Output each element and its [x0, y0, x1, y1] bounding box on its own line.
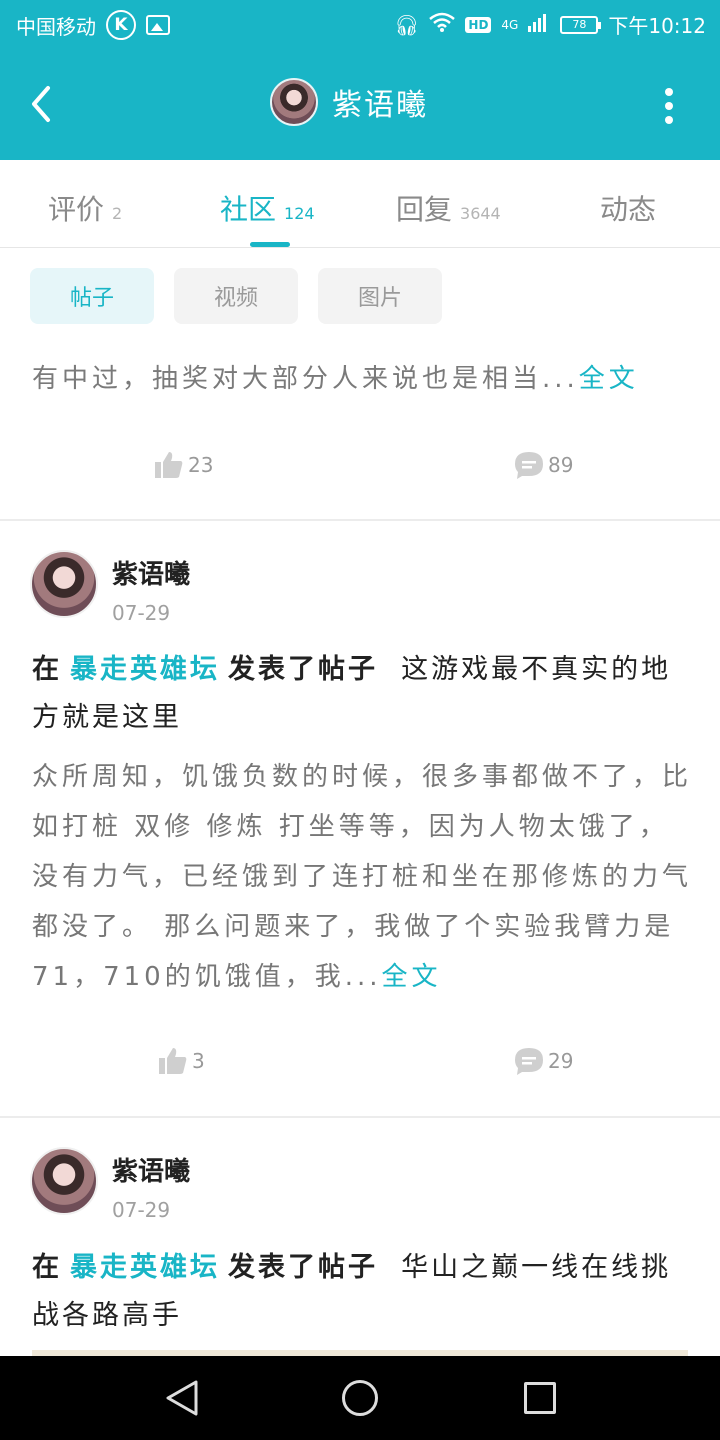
- post-stats: 3 29: [0, 1046, 720, 1086]
- carrier-label: 中国移动: [16, 14, 96, 39]
- post-title[interactable]: 在暴走英雄坛 发表了帖子 这游戏最不真实的地方就是这里: [32, 646, 692, 742]
- avatar[interactable]: [270, 78, 318, 126]
- comment-button[interactable]: 29: [514, 1046, 573, 1076]
- avatar[interactable]: [30, 550, 98, 618]
- tab-count: 3644: [460, 204, 501, 223]
- k-app-icon: K: [106, 10, 136, 40]
- post-header: 紫语曦 07-29: [30, 1147, 190, 1222]
- post-title[interactable]: 在暴走英雄坛 发表了帖子 华山之巅一线在线挑战各路高手: [32, 1244, 692, 1340]
- thumbs-up-icon: [154, 450, 184, 480]
- clock: 下午10:12: [608, 14, 706, 38]
- tab-label: 回复: [396, 193, 453, 226]
- post-date: 07-29: [112, 601, 171, 625]
- like-count: 23: [188, 453, 214, 477]
- tab-reviews[interactable]: 评价 2: [48, 188, 122, 228]
- avatar[interactable]: [30, 1147, 98, 1215]
- read-more-link[interactable]: 全文: [382, 962, 442, 992]
- post-prefix: 在: [32, 654, 62, 685]
- like-button[interactable]: 23: [154, 450, 213, 480]
- tab-count: 2: [112, 204, 123, 223]
- headset-icon: 🎧︎: [394, 12, 420, 37]
- nav-home-icon[interactable]: [342, 1380, 378, 1416]
- tab-community[interactable]: 社区 124: [220, 188, 315, 228]
- nav-back-icon[interactable]: [164, 1378, 200, 1422]
- like-count: 3: [192, 1049, 205, 1073]
- nav-recents-icon[interactable]: [524, 1382, 556, 1414]
- forum-link[interactable]: 暴走英雄坛: [70, 1252, 220, 1283]
- post-body-text: 众所周知，饥饿负数的时候，很多事都做不了，比如打桩 双修 修炼 打坐等等，因为人…: [32, 762, 693, 992]
- chip-posts[interactable]: 帖子: [30, 268, 154, 324]
- post-date: 07-29: [112, 1198, 171, 1222]
- app-bar: 紫语曦: [0, 50, 720, 160]
- post-excerpt-text: 有中过，抽奖对大部分人来说也是相当...: [32, 364, 579, 394]
- tab-label: 动态: [600, 193, 657, 226]
- tab-replies[interactable]: 回复 3644: [396, 188, 501, 228]
- tab-activity[interactable]: 动态: [600, 188, 656, 228]
- post-action: 发表了帖子: [228, 654, 378, 685]
- post-header: 紫语曦 07-29: [30, 550, 190, 625]
- comment-icon: [514, 450, 544, 480]
- battery-icon: 78: [560, 15, 602, 34]
- post-author[interactable]: 紫语曦: [112, 1151, 190, 1188]
- post-prefix: 在: [32, 1252, 62, 1283]
- hd-badge: HD: [465, 16, 492, 33]
- back-arrow-icon[interactable]: [26, 84, 62, 124]
- post-action: 发表了帖子: [228, 1252, 378, 1283]
- tab-label: 社区: [220, 193, 277, 226]
- post-excerpt[interactable]: 有中过，抽奖对大部分人来说也是相当...全文: [32, 358, 692, 395]
- comment-button[interactable]: 89: [514, 450, 573, 480]
- divider: [0, 1116, 720, 1118]
- tab-label: 评价: [48, 193, 105, 226]
- filter-chips: 帖子 视频 图片: [30, 268, 442, 324]
- tab-bar: 评价 2 社区 124 回复 3644 动态: [0, 160, 720, 248]
- page-title: 紫语曦: [332, 88, 428, 123]
- chip-videos[interactable]: 视频: [174, 268, 298, 324]
- profile-title: 紫语曦: [270, 78, 428, 126]
- divider: [0, 519, 720, 521]
- comment-count: 29: [548, 1049, 574, 1073]
- comment-count: 89: [548, 453, 574, 477]
- image-notification-icon: [146, 15, 170, 35]
- tab-indicator: [250, 242, 290, 247]
- post-author[interactable]: 紫语曦: [112, 554, 190, 591]
- system-nav-bar: [0, 1356, 720, 1440]
- status-bar: 中国移动 K 🎧︎ HD 4G 78 下午10:12: [0, 0, 720, 50]
- thumbs-up-icon: [158, 1046, 188, 1076]
- chip-images[interactable]: 图片: [318, 268, 442, 324]
- like-button[interactable]: 3: [158, 1046, 205, 1076]
- post-body[interactable]: 众所周知，饥饿负数的时候，很多事都做不了，比如打桩 双修 修炼 打坐等等，因为人…: [32, 752, 692, 1002]
- battery-level: 78: [572, 18, 587, 31]
- tab-count: 124: [284, 204, 315, 223]
- post-stats: 23 89: [0, 450, 720, 490]
- read-more-link[interactable]: 全文: [579, 364, 639, 394]
- forum-link[interactable]: 暴走英雄坛: [70, 654, 220, 685]
- comment-icon: [514, 1046, 544, 1076]
- more-vertical-icon[interactable]: [664, 88, 674, 124]
- signal-icon: [528, 12, 550, 37]
- network-type: 4G: [501, 17, 519, 32]
- wifi-icon: [429, 12, 456, 37]
